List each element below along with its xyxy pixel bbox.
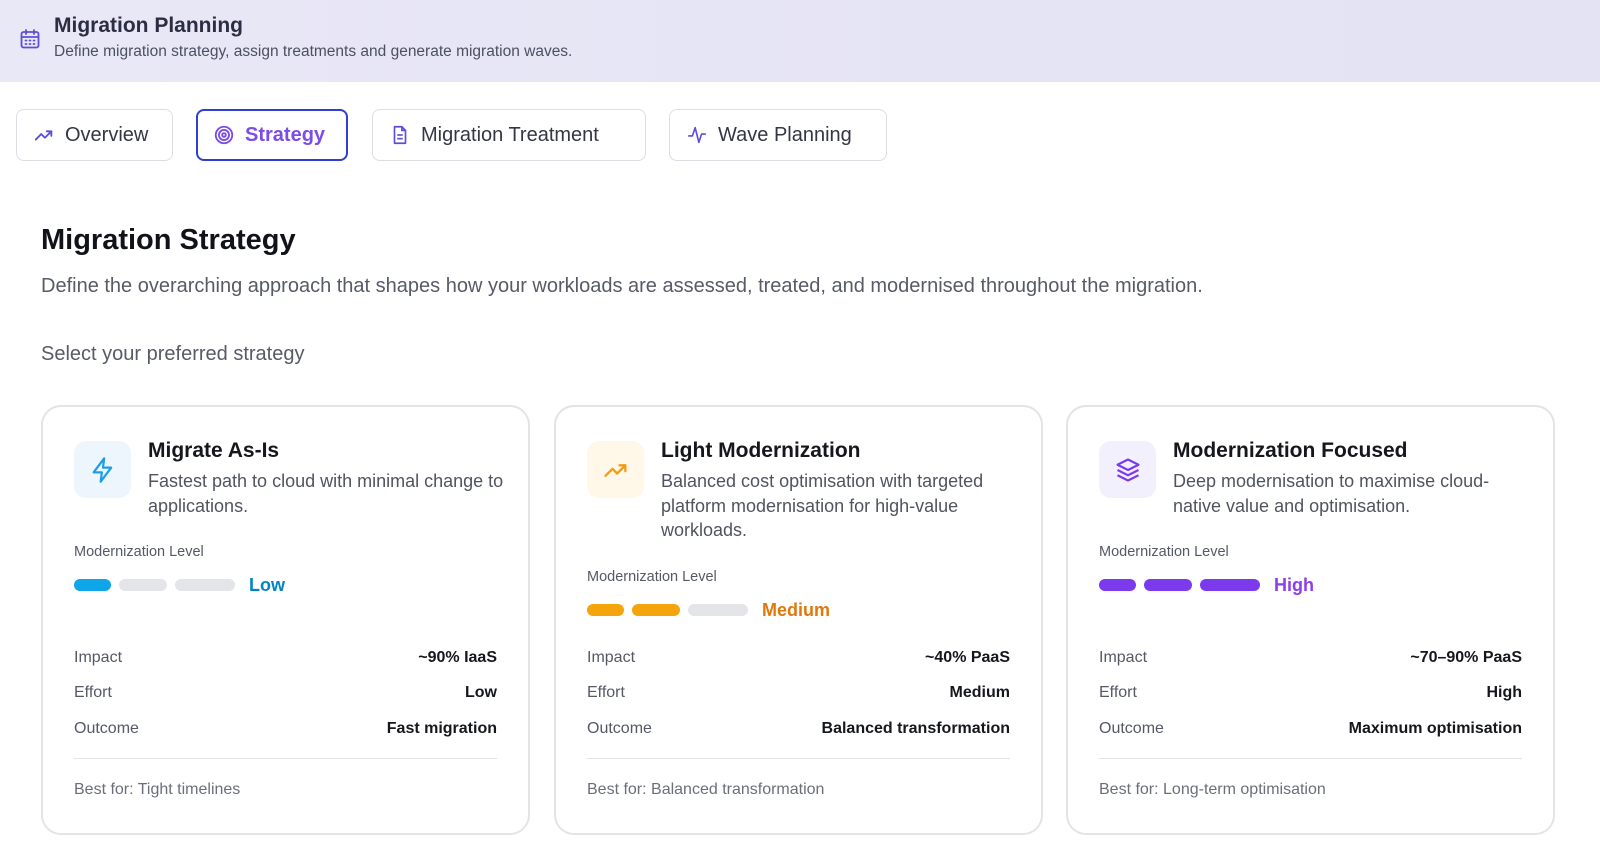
modernization-level-label: Modernization Level <box>587 569 717 585</box>
level-segment <box>74 579 111 591</box>
outcome-row: Outcome Balanced transformation <box>587 720 1010 738</box>
effort-label: Effort <box>1099 684 1137 701</box>
card-title: Light Modernization <box>661 439 861 462</box>
level-segment <box>175 579 235 591</box>
tab-wave-planning[interactable]: Wave Planning <box>669 109 887 161</box>
effort-row: Effort High <box>1099 684 1522 702</box>
effort-label: Effort <box>74 684 112 701</box>
outcome-label: Outcome <box>1099 720 1164 737</box>
modernization-level-value: Low <box>249 574 285 595</box>
lightning-icon <box>92 456 112 483</box>
strategy-card-light-modernization[interactable]: Light Modernization Balanced cost optimi… <box>554 405 1043 835</box>
outcome-label: Outcome <box>74 720 139 737</box>
impact-row: Impact ~90% IaaS <box>74 649 497 667</box>
modernization-level-meter: Medium <box>587 599 830 621</box>
card-icon-box <box>587 441 644 498</box>
level-segment <box>1099 579 1136 591</box>
best-for-text: Best for: Tight timelines <box>74 781 241 798</box>
modernization-level-meter: Low <box>74 574 285 596</box>
page-subtitle: Define migration strategy, assign treatm… <box>54 43 573 60</box>
section-description: Define the overarching approach that sha… <box>41 275 1203 297</box>
impact-label: Impact <box>74 649 123 666</box>
effort-value: Low <box>465 684 497 701</box>
page-header: Migration Planning Define migration stra… <box>0 0 1600 82</box>
effort-row: Effort Low <box>74 684 497 702</box>
tab-migration-treatment[interactable]: Migration Treatment <box>372 109 646 161</box>
tab-strategy[interactable]: Strategy <box>196 109 348 161</box>
impact-row: Impact ~40% PaaS <box>587 649 1010 667</box>
modernization-level-value: High <box>1274 574 1314 595</box>
card-title: Modernization Focused <box>1173 439 1408 462</box>
modernization-level-label: Modernization Level <box>1099 544 1229 560</box>
outcome-value: Balanced transformation <box>821 720 1010 737</box>
modernization-level-label: Modernization Level <box>74 544 204 560</box>
impact-label: Impact <box>1099 649 1148 666</box>
modernization-level-value: Medium <box>762 599 831 620</box>
outcome-label: Outcome <box>587 720 652 737</box>
impact-value: ~40% PaaS <box>925 649 1010 666</box>
best-for-text: Best for: Balanced transformation <box>587 781 825 798</box>
best-for-text: Best for: Long-term optimisation <box>1099 781 1326 798</box>
trending-up-icon <box>34 130 53 141</box>
outcome-value: Maximum optimisation <box>1348 720 1522 737</box>
target-icon <box>214 125 234 145</box>
tab-label: Strategy <box>245 123 326 146</box>
level-segment <box>632 604 680 616</box>
select-strategy-label: Select your preferred strategy <box>41 343 305 365</box>
layers-icon <box>1115 457 1140 482</box>
card-divider <box>1099 758 1522 759</box>
effort-value: Medium <box>949 684 1010 701</box>
strategy-card-modernization-focused[interactable]: Modernization Focused Deep modernisation… <box>1066 405 1555 835</box>
effort-label: Effort <box>587 684 625 701</box>
level-segment <box>1200 579 1260 591</box>
impact-value: ~90% IaaS <box>418 649 497 666</box>
outcome-row: Outcome Fast migration <box>74 720 497 738</box>
card-description: Balanced cost optimisation with targeted… <box>661 471 984 540</box>
page-title: Migration Planning <box>54 14 243 37</box>
effort-row: Effort Medium <box>587 684 1010 702</box>
card-title: Migrate As-Is <box>148 439 280 462</box>
impact-row: Impact ~70–90% PaaS <box>1099 649 1522 667</box>
impact-value: ~70–90% PaaS <box>1410 649 1522 666</box>
tab-overview[interactable]: Overview <box>16 109 173 161</box>
level-segment <box>1144 579 1192 591</box>
strategy-card-migrate-as-is[interactable]: Migrate As-Is Fastest path to cloud with… <box>41 405 530 835</box>
section-title: Migration Strategy <box>41 224 296 256</box>
card-description: Fastest path to cloud with minimal chang… <box>148 471 504 516</box>
calendar-icon <box>20 29 40 49</box>
outcome-row: Outcome Maximum optimisation <box>1099 720 1522 738</box>
tab-label: Overview <box>65 123 149 146</box>
effort-value: High <box>1486 684 1522 701</box>
tab-label: Wave Planning <box>718 123 852 146</box>
modernization-level-meter: High <box>1099 574 1314 596</box>
card-icon-box <box>1099 441 1156 498</box>
level-segment <box>119 579 167 591</box>
impact-label: Impact <box>587 649 636 666</box>
document-icon <box>393 125 407 145</box>
card-divider <box>74 758 497 759</box>
level-segment <box>688 604 748 616</box>
level-segment <box>587 604 624 616</box>
tab-label: Migration Treatment <box>421 123 599 146</box>
card-divider <box>587 758 1010 759</box>
trending-up-icon <box>603 463 626 477</box>
card-description: Deep modernisation to maximise cloud-nat… <box>1173 471 1490 516</box>
outcome-value: Fast migration <box>386 720 497 737</box>
activity-icon <box>687 126 707 144</box>
card-icon-box <box>74 441 131 498</box>
